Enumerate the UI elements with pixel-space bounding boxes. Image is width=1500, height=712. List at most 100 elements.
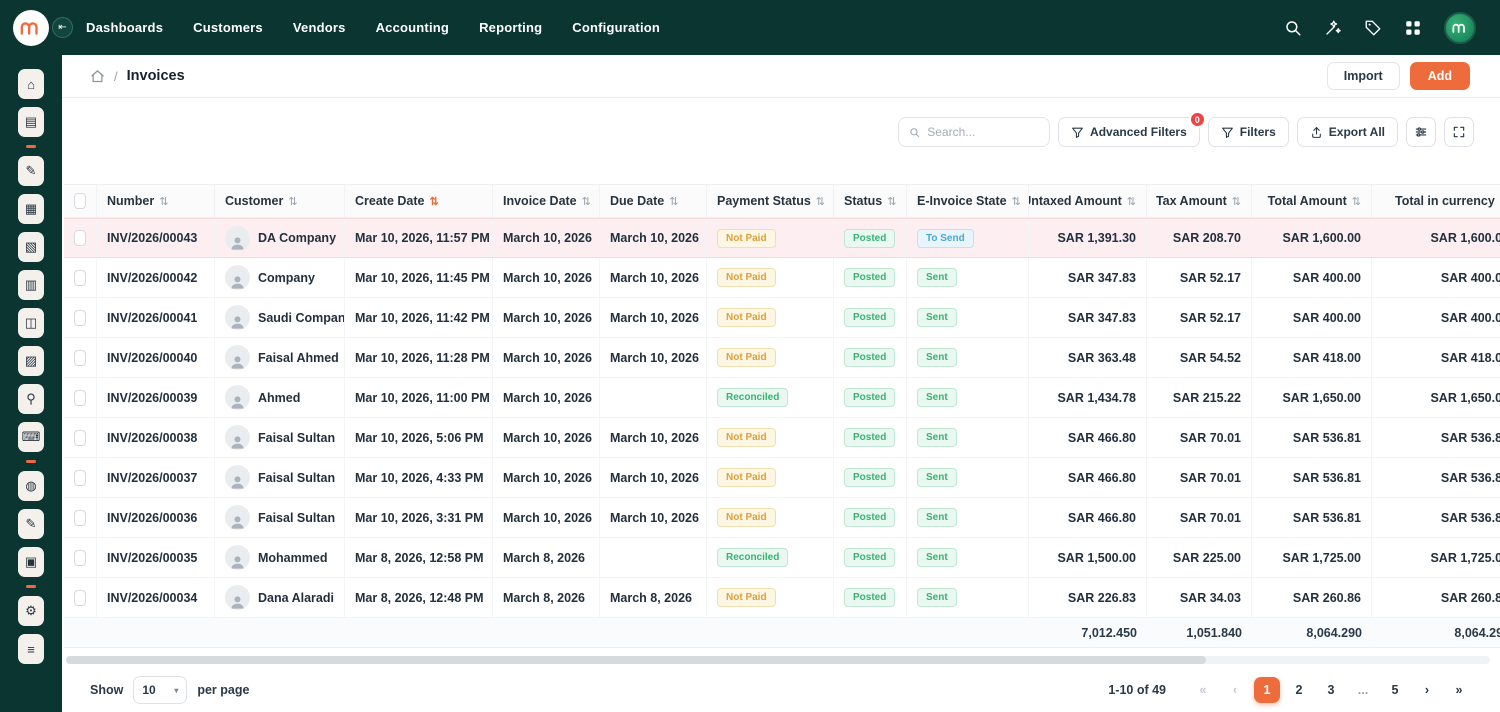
logo-mark-icon xyxy=(20,21,38,35)
table-row[interactable]: INV/2026/00041 Saudi Company Mar 10, 202… xyxy=(64,298,1500,338)
column-header-invoice_date[interactable]: Invoice Date ⇅ xyxy=(493,185,600,217)
customer-cell: Saudi Company xyxy=(215,298,345,337)
table-row[interactable]: INV/2026/00034 Dana Alaradi Mar 8, 2026,… xyxy=(64,578,1500,618)
sidebar-image-icon[interactable]: ▣ xyxy=(18,547,44,577)
sidebar-sales-icon[interactable]: ✎ xyxy=(18,156,44,186)
invoice-date-cell: March 10, 2026 xyxy=(493,338,600,377)
search-box[interactable] xyxy=(898,117,1051,147)
row-checkbox[interactable] xyxy=(74,269,86,286)
sidebar-phone-icon[interactable]: ◍ xyxy=(18,471,44,501)
last-page-button[interactable]: » xyxy=(1446,677,1472,703)
page-button-3[interactable]: 3 xyxy=(1318,677,1344,703)
nav-item-vendors[interactable]: Vendors xyxy=(293,20,346,35)
column-label: Due Date xyxy=(610,194,665,208)
filters-button[interactable]: Filters xyxy=(1207,117,1289,147)
column-header-customer[interactable]: Customer ⇅ xyxy=(215,185,345,217)
column-header-tax[interactable]: Tax Amount ⇅ xyxy=(1147,185,1252,217)
sidebar-building-icon[interactable]: ◫ xyxy=(18,308,44,338)
row-checkbox[interactable] xyxy=(74,230,86,246)
column-header-einvoice_state[interactable]: E-Invoice State ⇅ xyxy=(907,185,1029,217)
table-row[interactable]: INV/2026/00042 Company Mar 10, 2026, 11:… xyxy=(64,258,1500,298)
column-header-payment_status[interactable]: Payment Status ⇅ xyxy=(707,185,834,217)
row-checkbox[interactable] xyxy=(74,509,86,526)
page-button-1[interactable]: 1 xyxy=(1254,677,1280,703)
column-header-total[interactable]: Total Amount ⇅ xyxy=(1252,185,1372,217)
row-checkbox[interactable] xyxy=(74,429,86,446)
table-row[interactable]: INV/2026/00040 Faisal Ahmed Mar 10, 2026… xyxy=(64,338,1500,378)
sidebar-settings-icon[interactable]: ⚙ xyxy=(18,596,44,626)
add-button[interactable]: Add xyxy=(1409,62,1470,90)
column-header-untaxed[interactable]: Untaxed Amount ⇅ xyxy=(1029,185,1147,217)
advanced-filters-button[interactable]: Advanced Filters 0 xyxy=(1058,111,1206,147)
status-badge: Posted xyxy=(844,548,896,567)
page-button-2[interactable]: 2 xyxy=(1286,677,1312,703)
status-badge: Posted xyxy=(844,428,896,447)
search-input[interactable] xyxy=(927,125,1040,139)
view-settings-button[interactable] xyxy=(1406,117,1436,147)
customer-avatar-icon xyxy=(225,225,250,251)
customer-avatar-icon xyxy=(225,545,250,570)
sidebar-files-icon[interactable]: ▥ xyxy=(18,270,44,300)
sidebar-collapse-button[interactable]: ⇤ xyxy=(52,17,73,38)
sidebar-documents-icon[interactable]: ▤ xyxy=(18,107,44,137)
sort-icon: ⇅ xyxy=(1126,195,1136,208)
row-checkbox[interactable] xyxy=(74,349,86,366)
sidebar-dashboard-icon[interactable]: ⌂ xyxy=(18,69,44,99)
row-checkbox[interactable] xyxy=(74,589,86,606)
nav-item-configuration[interactable]: Configuration xyxy=(572,20,660,35)
tax-amount-cell: SAR 208.70 xyxy=(1147,219,1252,257)
apps-grid-icon[interactable] xyxy=(1404,19,1422,37)
column-header-number[interactable]: Number ⇅ xyxy=(97,185,215,217)
customer-cell: Company xyxy=(215,258,345,297)
first-page-button[interactable]: « xyxy=(1190,677,1216,703)
table-row[interactable]: INV/2026/00043 DA Company Mar 10, 2026, … xyxy=(64,218,1500,258)
column-label: Total Amount xyxy=(1267,194,1347,208)
user-avatar[interactable] xyxy=(1444,11,1476,44)
app-logo[interactable] xyxy=(13,9,49,46)
magic-wand-icon[interactable] xyxy=(1324,19,1342,37)
select-all-checkbox[interactable] xyxy=(74,193,86,209)
per-page-select[interactable]: 10 ▾ xyxy=(133,676,188,704)
horizontal-scrollbar[interactable] xyxy=(66,656,1490,664)
sidebar-calculator-icon[interactable]: ⌨ xyxy=(18,422,44,452)
nav-item-dashboards[interactable]: Dashboards xyxy=(86,20,163,35)
import-button[interactable]: Import xyxy=(1326,62,1400,90)
prev-page-button[interactable]: ‹ xyxy=(1222,677,1248,703)
invoices-table: Number ⇅ Customer ⇅ Create Date ⇅ Invoic… xyxy=(64,184,1500,664)
sidebar-tag-icon[interactable]: ▨ xyxy=(18,346,44,376)
column-header-total_currency[interactable]: Total in currency ⇅ xyxy=(1372,185,1500,217)
table-row[interactable]: INV/2026/00039 Ahmed Mar 10, 2026, 11:00… xyxy=(64,378,1500,418)
nav-item-reporting[interactable]: Reporting xyxy=(479,20,542,35)
payment-status-badge: Not Paid xyxy=(717,348,776,367)
row-checkbox[interactable] xyxy=(74,549,86,566)
sidebar-search-icon[interactable]: ⚲ xyxy=(18,384,44,414)
row-checkbox[interactable] xyxy=(74,389,86,406)
table-row[interactable]: INV/2026/00037 Faisal Sultan Mar 10, 202… xyxy=(64,458,1500,498)
row-checkbox[interactable] xyxy=(74,469,86,486)
sort-icon: ⇅ xyxy=(159,195,169,208)
pagination: 1-10 of 49 « ‹ 1 2 3... 5 › » xyxy=(1108,677,1472,703)
column-header-status[interactable]: Status ⇅ xyxy=(834,185,907,217)
sidebar-chart-icon[interactable]: ▦ xyxy=(18,194,44,224)
row-checkbox[interactable] xyxy=(74,309,86,326)
column-header-create_date[interactable]: Create Date ⇅ xyxy=(345,185,493,217)
expand-button[interactable] xyxy=(1444,117,1474,147)
nav-item-customers[interactable]: Customers xyxy=(193,20,263,35)
sidebar-book-icon[interactable]: ≡ xyxy=(18,634,44,664)
create-date-cell: Mar 10, 2026, 11:28 PM xyxy=(345,338,493,377)
search-icon[interactable] xyxy=(1284,19,1302,37)
column-header-due_date[interactable]: Due Date ⇅ xyxy=(600,185,707,217)
home-icon[interactable] xyxy=(90,69,105,84)
scrollbar-thumb[interactable] xyxy=(66,656,1206,664)
page-button-5[interactable]: 5 xyxy=(1382,677,1408,703)
nav-item-accounting[interactable]: Accounting xyxy=(376,20,450,35)
advanced-filters-label: Advanced Filters xyxy=(1090,125,1187,139)
sidebar-card-icon[interactable]: ▧ xyxy=(18,232,44,262)
export-all-button[interactable]: Export All xyxy=(1296,117,1398,147)
next-page-button[interactable]: › xyxy=(1414,677,1440,703)
tag-icon[interactable] xyxy=(1364,19,1382,37)
table-row[interactable]: INV/2026/00035 Mohammed Mar 8, 2026, 12:… xyxy=(64,538,1500,578)
sidebar-notes-icon[interactable]: ✎ xyxy=(18,509,44,539)
table-row[interactable]: INV/2026/00036 Faisal Sultan Mar 10, 202… xyxy=(64,498,1500,538)
table-row[interactable]: INV/2026/00038 Faisal Sultan Mar 10, 202… xyxy=(64,418,1500,458)
